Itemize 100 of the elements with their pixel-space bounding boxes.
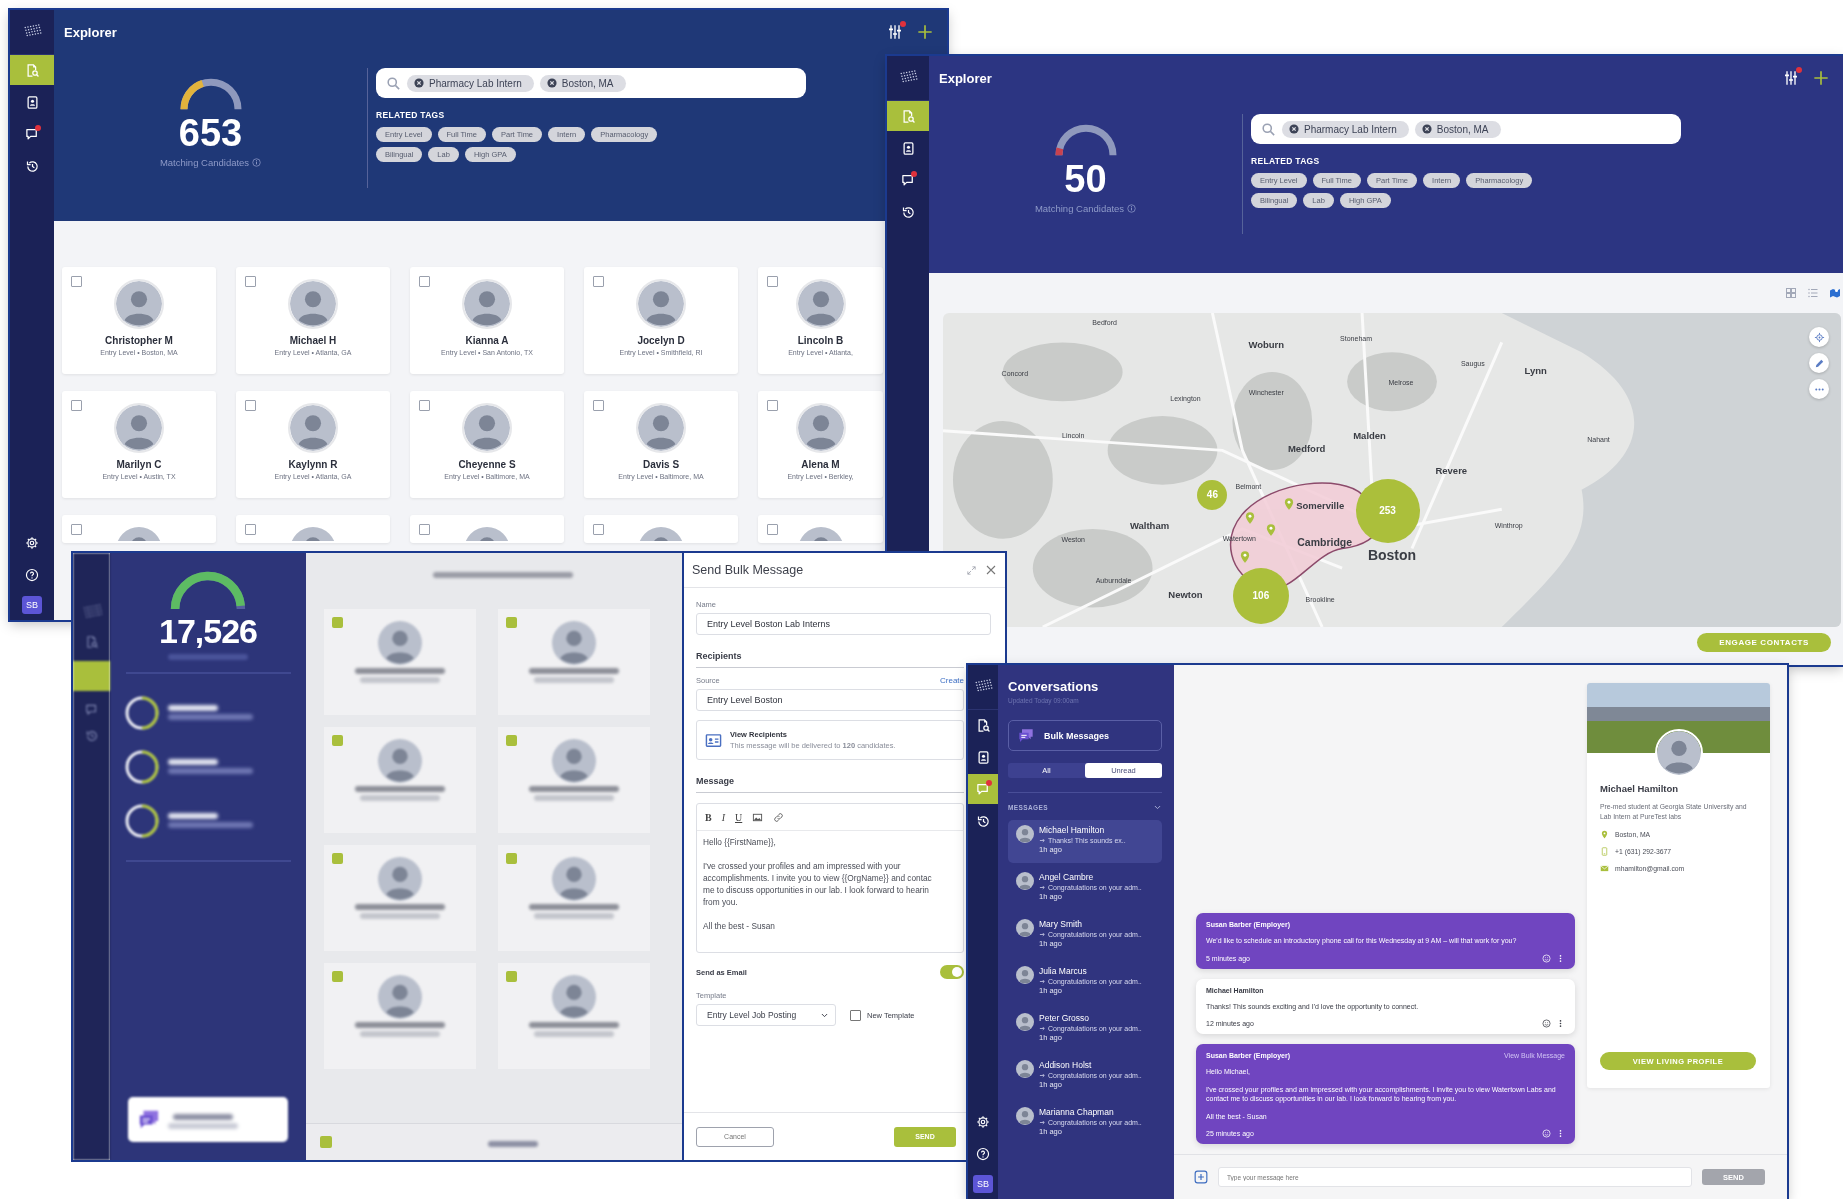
candidate-card[interactable]	[584, 515, 738, 543]
avatar	[288, 403, 338, 453]
settings-icon	[976, 1115, 990, 1129]
emoji-button[interactable]	[1542, 1019, 1551, 1028]
window-title: Explorer	[939, 70, 993, 86]
candidate-card[interactable]	[758, 515, 883, 543]
avatar	[636, 279, 686, 329]
user-avatar[interactable]: SB	[973, 1175, 993, 1193]
checkbox[interactable]	[245, 276, 256, 287]
checkbox[interactable]	[332, 971, 343, 982]
avatar	[636, 403, 686, 453]
candidate-name: Lincoln B	[797, 335, 844, 346]
avatar	[1016, 825, 1034, 843]
candidate-count: 17,526	[159, 611, 257, 651]
checkbox[interactable]	[245, 524, 256, 535]
info-icon	[252, 158, 262, 168]
checkbox[interactable]	[593, 276, 604, 287]
close-button[interactable]	[985, 564, 997, 576]
avatar	[1016, 1013, 1034, 1031]
remove-chip-icon[interactable]	[1421, 124, 1432, 134]
checkbox[interactable]	[320, 1136, 332, 1148]
notification-card[interactable]	[128, 1097, 288, 1142]
toggle-switch[interactable]	[940, 965, 964, 979]
avatar	[114, 403, 164, 453]
history-icon	[24, 158, 40, 174]
candidate-card[interactable]	[410, 515, 564, 543]
user-avatar[interactable]: SB	[22, 596, 42, 614]
format-button[interactable]: U	[735, 811, 743, 823]
add-button[interactable]	[917, 24, 933, 40]
checkbox[interactable]	[593, 524, 604, 535]
plus-icon	[917, 24, 933, 40]
checkbox[interactable]	[245, 400, 256, 411]
source-input[interactable]: Entry Level Boston	[696, 689, 964, 711]
filter-button[interactable]	[887, 24, 903, 40]
checkbox[interactable]	[506, 735, 517, 746]
message-editor[interactable]	[696, 803, 964, 953]
checkbox[interactable]	[332, 617, 343, 628]
avatar	[1654, 729, 1703, 777]
count-label: Matching Candidates	[1034, 203, 1125, 215]
chat-bubble-icon	[900, 172, 916, 188]
contact-name: Angel Cambre	[1039, 872, 1095, 882]
checkbox[interactable]	[593, 400, 604, 411]
checkbox[interactable]	[506, 617, 517, 628]
candidate-card[interactable]	[324, 609, 476, 715]
remove-chip-icon[interactable]	[414, 78, 424, 88]
checkbox[interactable]	[332, 735, 343, 746]
checkbox[interactable]	[71, 400, 82, 411]
map-place-label: Woburn	[1248, 338, 1285, 350]
candidate-name: Kianna A	[465, 335, 509, 346]
bulk-messages-button[interactable]: Bulk Messages	[1008, 720, 1162, 751]
create-link[interactable]: Create	[940, 676, 964, 689]
expand-button[interactable]	[966, 564, 977, 576]
checkbox[interactable]	[850, 1009, 861, 1021]
add-button[interactable]	[1813, 70, 1829, 86]
section-heading: Message	[696, 776, 964, 793]
checkbox[interactable]	[506, 971, 517, 982]
avatar	[1016, 1060, 1034, 1078]
bulk-message-icon	[1018, 727, 1034, 744]
message-line: Hello {{FirstName}},	[703, 836, 777, 848]
checkbox[interactable]	[767, 400, 778, 411]
search-field[interactable]: Pharmacy Lab Intern Boston, MA	[376, 68, 806, 98]
candidate-count: 50	[1064, 159, 1107, 200]
checkbox[interactable]	[506, 853, 517, 864]
name-input[interactable]: Entry Level Boston Lab Interns	[696, 613, 991, 635]
search-field[interactable]: Pharmacy Lab Intern Boston, MA	[1251, 114, 1681, 144]
chevron-down-icon[interactable]	[1153, 803, 1162, 812]
candidate-card[interactable]	[498, 609, 650, 715]
candidate-card[interactable]	[324, 727, 476, 833]
template-select[interactable]: Entry Level Job Posting	[696, 1004, 836, 1026]
format-button[interactable]: B	[705, 811, 712, 823]
contact-card-icon	[24, 94, 40, 110]
section-heading: Recipients	[696, 651, 964, 668]
link-icon	[773, 811, 785, 823]
checkbox[interactable]	[332, 853, 343, 864]
format-button[interactable]: I	[721, 811, 725, 823]
checkbox[interactable]	[767, 524, 778, 535]
plus-icon	[1813, 70, 1829, 86]
view-toggle[interactable]	[1783, 285, 1799, 301]
checkbox[interactable]	[767, 276, 778, 287]
candidate-card[interactable]	[498, 963, 650, 1069]
checkbox[interactable]	[419, 524, 430, 535]
candidate-card[interactable]	[62, 515, 216, 543]
checkbox[interactable]	[71, 524, 82, 535]
candidate-card[interactable]	[324, 845, 476, 951]
remove-chip-icon[interactable]	[546, 78, 557, 88]
attach-button[interactable]	[1194, 1170, 1208, 1184]
remove-chip-icon[interactable]	[1289, 124, 1299, 134]
chat-bubble-icon	[975, 781, 991, 797]
candidate-card[interactable]	[236, 515, 390, 543]
chat-bubble-icon	[24, 126, 40, 142]
candidate-card[interactable]	[498, 845, 650, 951]
filter-button[interactable]	[1783, 70, 1799, 86]
avatar	[1016, 1107, 1034, 1125]
checkbox[interactable]	[419, 276, 430, 287]
candidate-card[interactable]	[498, 727, 650, 833]
map-place-label: Newton	[1168, 588, 1203, 600]
checkbox[interactable]	[419, 400, 430, 411]
candidate-card[interactable]	[324, 963, 476, 1069]
reply-arrow-icon	[1039, 1119, 1046, 1126]
checkbox[interactable]	[71, 276, 82, 287]
